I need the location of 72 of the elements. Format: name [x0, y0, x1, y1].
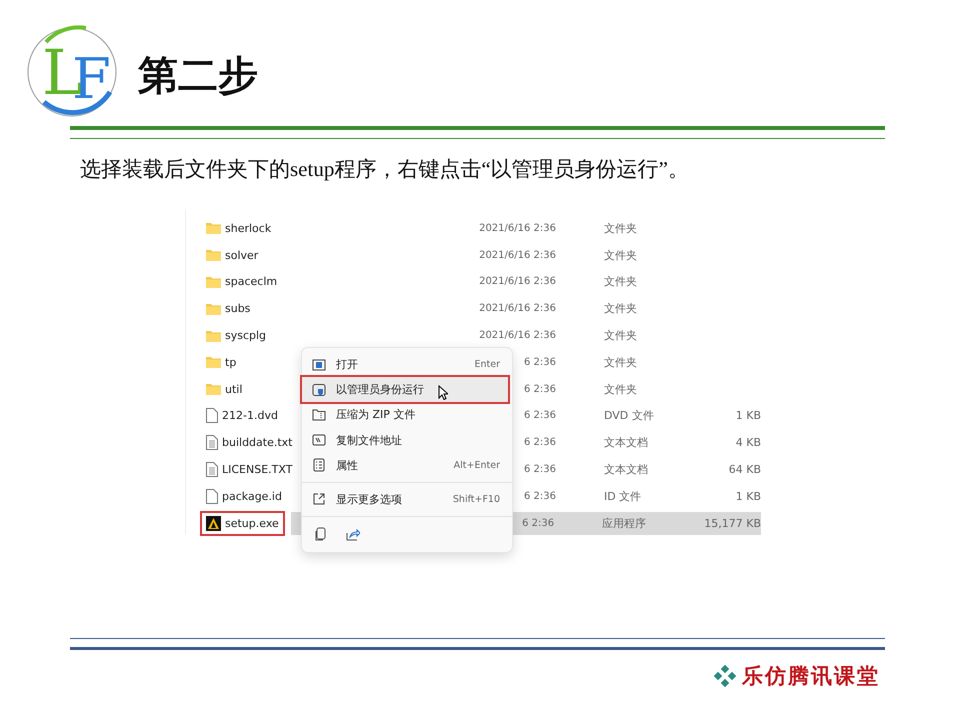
file-name[interactable]: solver [225, 248, 258, 262]
file-type: 文件夹 [604, 382, 638, 397]
date-modified: 6 2:36 [524, 410, 556, 422]
menu-item[interactable]: 属性 Alt+Enter [302, 452, 508, 478]
app-icon [206, 516, 221, 531]
file-name[interactable]: setup.exe [225, 516, 279, 530]
menu-item[interactable]: 打开 Enter [302, 352, 508, 378]
menu-item[interactable]: 显示更多选项 Shift+F10 [302, 486, 508, 512]
folder-icon [206, 383, 221, 396]
file-name[interactable]: tp [225, 356, 236, 369]
file-type: 文件夹 [604, 328, 638, 344]
open-in-new-icon [312, 492, 326, 506]
date-modified: 6 2:36 [524, 490, 556, 502]
file-type: 文件夹 [604, 274, 638, 290]
date-modified: 2021/6/16 2:36 [479, 303, 556, 314]
slide-title: 第二步 [138, 52, 258, 100]
file-type: DVD 文件 [604, 408, 655, 424]
date-modified: 6 2:36 [524, 464, 556, 476]
file-type: 文件夹 [604, 354, 638, 370]
brand-name: 乐仿腾讯课堂 [742, 662, 880, 690]
copy-icon[interactable] [314, 527, 327, 542]
folder-icon [206, 356, 221, 368]
file-size: 64 KB [728, 463, 761, 476]
diamond-dots-icon [714, 665, 736, 687]
instruction-text: 选择装载后文件夹下的setup程序，右键点击“以管理员身份运行”。 [80, 156, 690, 183]
shield-icon [312, 382, 326, 397]
file-name[interactable]: syscplg [225, 329, 266, 342]
file-name[interactable]: builddate.txt [222, 436, 292, 450]
folder-icon [206, 222, 221, 234]
file-name[interactable]: package.id [222, 490, 282, 503]
properties-icon [312, 458, 326, 472]
folder-icon [206, 330, 221, 342]
menu-item[interactable]: 以管理员身份运行 [302, 377, 508, 402]
file-name[interactable]: sherlock [225, 222, 272, 235]
file-type: 文件夹 [604, 301, 638, 316]
file-size: 1 KB [734, 409, 761, 422]
file-type: 文本文档 [604, 435, 649, 450]
date-modified: 6 2:36 [524, 437, 556, 448]
file-name[interactable]: 212-1.dvd [222, 409, 278, 422]
document-icon [206, 408, 218, 424]
document-icon [206, 488, 218, 504]
file-name[interactable]: subs [225, 302, 250, 316]
file-name[interactable]: spaceclm [225, 275, 278, 288]
menu-item[interactable]: 压缩为 ZIP 文件 [302, 402, 508, 428]
folder-icon [206, 302, 221, 315]
date-modified: 6 2:36 [524, 384, 556, 395]
file-type: 文本文档 [604, 462, 649, 478]
text-document-icon [206, 435, 218, 450]
file-type: ID 文件 [604, 488, 642, 504]
cursor-icon [438, 385, 448, 400]
folder-icon [206, 276, 221, 288]
share-icon[interactable] [345, 527, 360, 542]
text-document-icon [206, 462, 218, 478]
date-modified: 2021/6/16 2:36 [479, 222, 556, 234]
file-size: 15,177 KB [703, 516, 761, 530]
date-modified: 2021/6/16 2:36 [479, 330, 556, 342]
date-modified: 6 2:36 [524, 356, 556, 368]
file-type: 应用程序 [602, 516, 648, 531]
file-name[interactable]: LICENSE.TXT [222, 463, 292, 476]
path-icon [312, 433, 326, 448]
window-icon [312, 358, 326, 372]
file-type: 文件夹 [604, 220, 638, 236]
menu-item[interactable]: 复制文件地址 [302, 428, 508, 453]
folder-icon [206, 249, 221, 262]
file-name[interactable]: util [225, 382, 242, 396]
date-modified: 2021/6/16 2:36 [479, 250, 556, 261]
file-type: 文件夹 [604, 248, 638, 263]
zip-folder-icon [312, 408, 326, 422]
file-size: 1 KB [734, 490, 761, 503]
date-modified: 6 2:36 [522, 518, 554, 529]
file-size: 4 KB [734, 436, 761, 450]
date-modified: 2021/6/16 2:36 [479, 276, 556, 288]
